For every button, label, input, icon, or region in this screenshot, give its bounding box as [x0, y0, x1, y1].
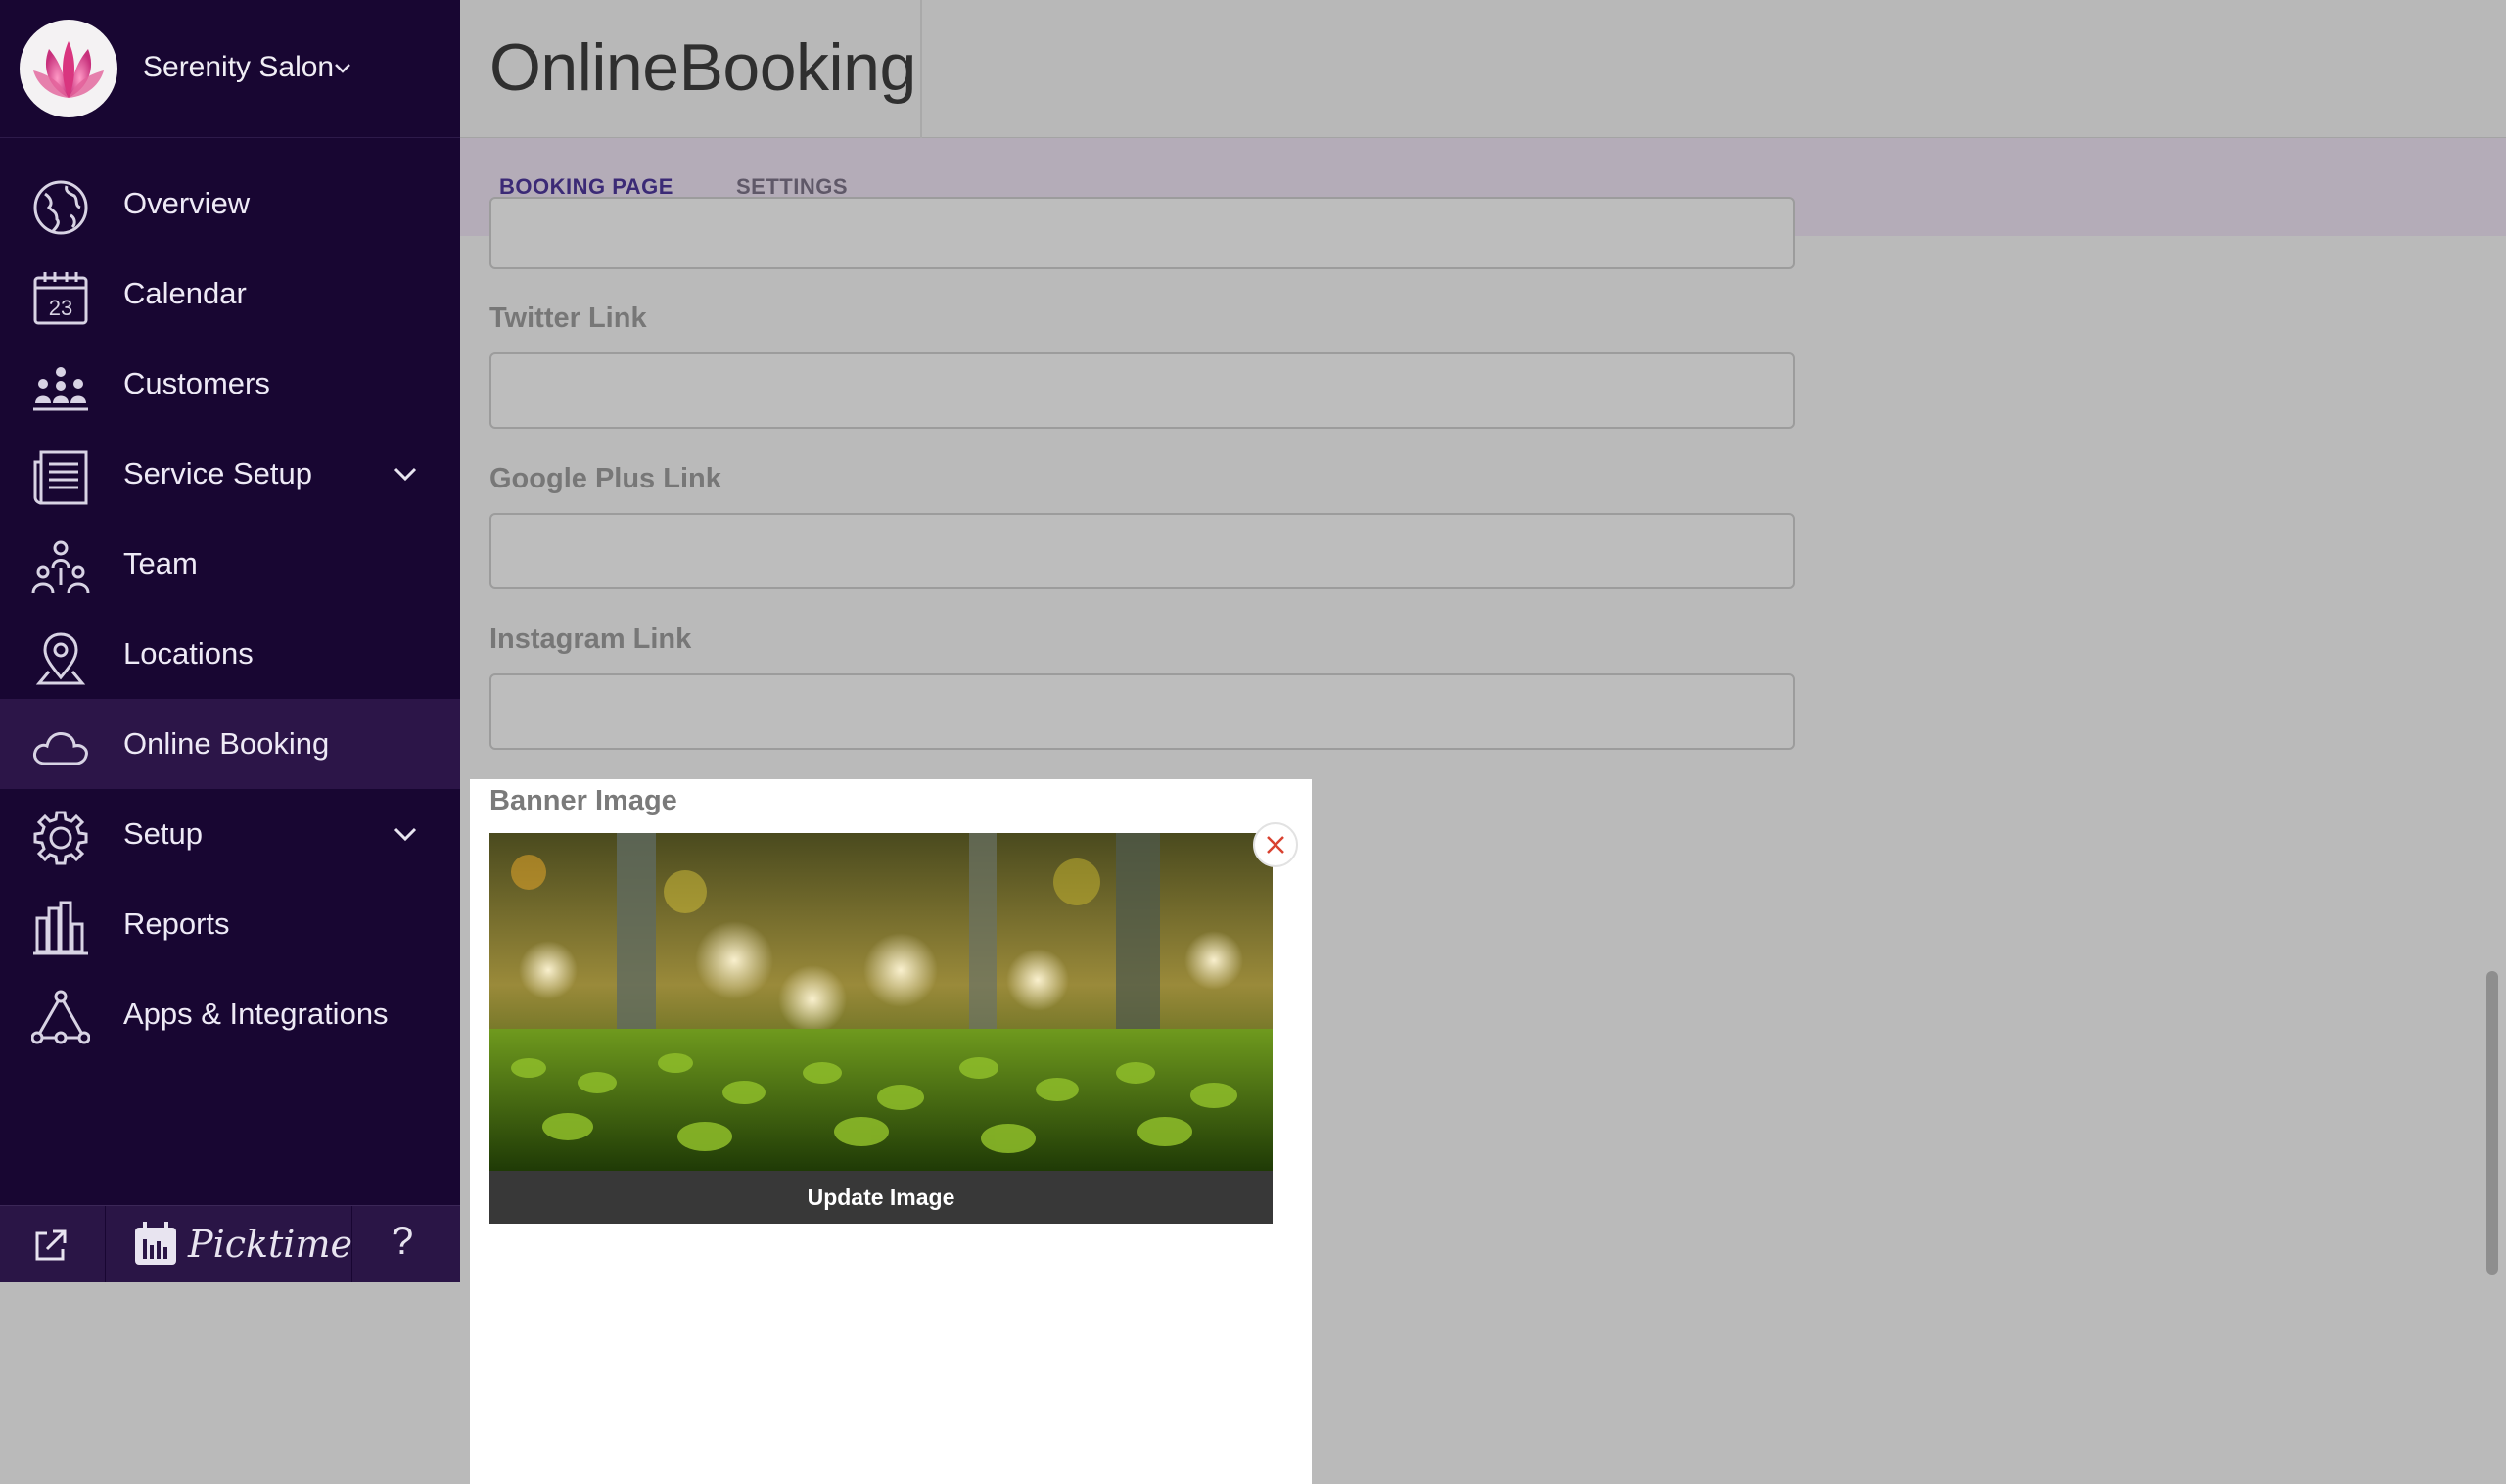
sidebar-item-calendar[interactable]: 23 Calendar: [0, 249, 460, 339]
main-area: OnlineBooking BOOKING PAGE SETTINGS Twit…: [460, 0, 2506, 1484]
page-title: OnlineBooking: [489, 30, 916, 105]
salon-logo: [20, 20, 117, 117]
brand-name: Picktime: [188, 1223, 352, 1266]
sidebar-item-service-setup[interactable]: Service Setup: [0, 429, 460, 519]
page-header: OnlineBooking: [460, 0, 2506, 138]
sidebar-item-label: Service Setup: [123, 456, 312, 490]
instagram-link-label: Instagram Link: [489, 624, 692, 655]
sidebar-item-locations[interactable]: Locations: [0, 609, 460, 699]
bar-chart-icon: [33, 901, 88, 955]
salon-name[interactable]: Serenity Salon: [143, 51, 334, 84]
sidebar-item-label: Online Booking: [123, 726, 330, 761]
brand-logo[interactable]: Picktime: [106, 1206, 352, 1282]
sidebar-item-label: Setup: [123, 816, 204, 851]
sidebar: Serenity Salon Overview 23 Calendar Cust…: [0, 0, 460, 1282]
sidebar-item-label: Customers: [123, 366, 270, 400]
external-link-icon: [35, 1229, 67, 1261]
sidebar-item-team[interactable]: Team: [0, 519, 460, 609]
chevron-down-icon[interactable]: [394, 824, 417, 844]
customers-icon: [33, 367, 88, 411]
update-image-button[interactable]: Update Image: [489, 1171, 1273, 1224]
chevron-down-icon[interactable]: [333, 59, 352, 78]
sidebar-item-label: Overview: [123, 186, 251, 220]
twitter-link-label: Twitter Link: [489, 302, 647, 334]
sidebar-footer: Picktime ?: [0, 1205, 460, 1282]
sidebar-item-overview[interactable]: Overview: [0, 159, 460, 249]
help-button[interactable]: ?: [352, 1206, 460, 1282]
help-icon: ?: [392, 1220, 414, 1263]
banner-image-label: Banner Image: [489, 785, 677, 816]
sidebar-item-apps-integrations[interactable]: Apps & Integrations: [0, 969, 460, 1059]
location-pin-icon: [35, 632, 86, 685]
scrollbar-thumb[interactable]: [2486, 971, 2498, 1275]
gear-icon: [33, 811, 88, 865]
sidebar-item-label: Calendar: [123, 276, 247, 310]
sidebar-item-reports[interactable]: Reports: [0, 879, 460, 969]
cloud-icon: [33, 732, 88, 765]
banner-image: [489, 833, 1273, 1171]
globe-icon: [33, 180, 88, 235]
settings-form: Twitter Link Google Plus Link Instagram …: [460, 197, 2506, 1484]
google-plus-link-input[interactable]: [489, 513, 1795, 589]
sidebar-item-label: Reports: [123, 906, 230, 941]
triangle-nodes-icon: [31, 990, 90, 1044]
sidebar-item-customers[interactable]: Customers: [0, 339, 460, 429]
google-plus-link-label: Google Plus Link: [489, 463, 721, 494]
external-link-button[interactable]: [0, 1206, 106, 1282]
account-switcher[interactable]: Serenity Salon: [0, 0, 460, 138]
sidebar-item-label: Locations: [123, 636, 254, 671]
svg-text:23: 23: [49, 296, 72, 320]
remove-image-button[interactable]: [1253, 822, 1298, 867]
twitter-link-input[interactable]: [489, 352, 1795, 429]
banner-image-section: Banner Image Update Image: [470, 779, 1312, 1484]
header-divider: [920, 0, 922, 138]
sidebar-item-online-booking[interactable]: Online Booking: [0, 699, 460, 789]
calendar-icon: 23: [33, 272, 88, 325]
close-icon: [1267, 836, 1284, 854]
picktime-calendar-icon: [135, 1222, 176, 1265]
sidebar-item-label: Apps & Integrations: [123, 997, 389, 1031]
chevron-down-icon[interactable]: [394, 464, 417, 484]
service-list-icon: [33, 450, 88, 505]
sidebar-item-label: Team: [123, 546, 198, 580]
instagram-link-input[interactable]: [489, 673, 1795, 750]
sidebar-item-setup[interactable]: Setup: [0, 789, 460, 879]
previous-link-input[interactable]: [489, 197, 1795, 269]
team-icon: [31, 540, 90, 594]
